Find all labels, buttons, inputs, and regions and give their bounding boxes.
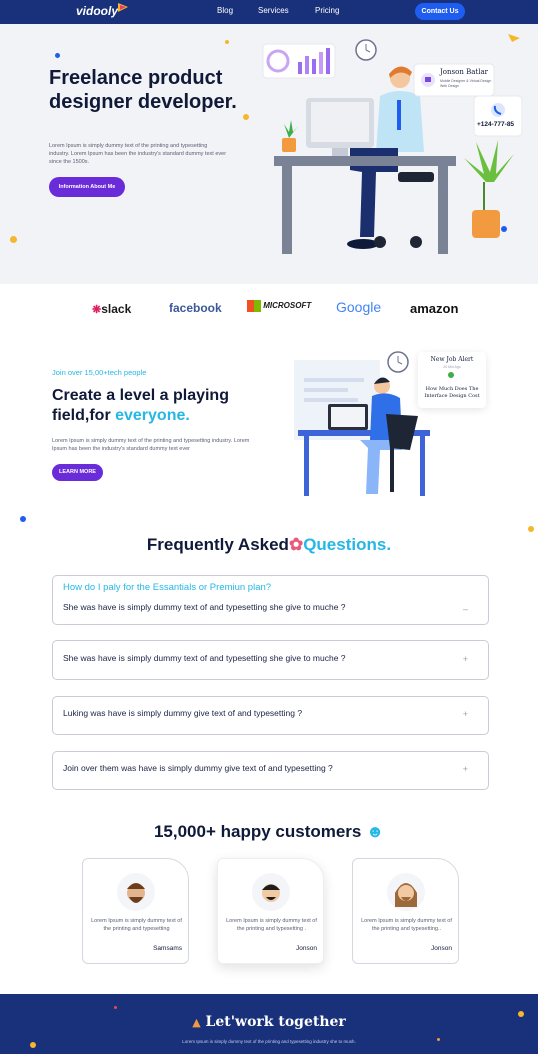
avatar — [252, 873, 290, 911]
decor-dot — [518, 1011, 524, 1017]
brain-icon: ✿ — [288, 535, 304, 554]
decor-dot — [114, 1006, 117, 1009]
decor-dot — [243, 114, 249, 120]
brand-facebook: facebook — [169, 301, 222, 315]
logo[interactable]: vidooly — [76, 4, 118, 18]
customer-card: Lorem Ipsum is simply dummy text of the … — [352, 858, 459, 964]
nav-link-blog[interactable]: Blog — [217, 6, 233, 15]
decor-dot — [225, 40, 229, 44]
job-alert-title: New Job Alert — [430, 356, 474, 363]
faq-item-heading: How do I paly for the Essantials or Prem… — [63, 582, 272, 593]
section-kicker: Join over 15,00+tech people — [52, 368, 147, 377]
footer-title: ▲ Let'work together — [192, 1014, 346, 1030]
avatar — [387, 873, 425, 911]
avatar-face-icon — [395, 883, 417, 907]
check-icon — [448, 372, 454, 378]
decor-dot — [55, 53, 60, 58]
collapse-icon[interactable]: – — [463, 604, 468, 614]
expand-icon[interactable]: + — [463, 709, 468, 719]
decor-dot — [20, 516, 26, 522]
rocket-icon: ▲ — [192, 1016, 201, 1029]
customer-name: Samsams — [153, 945, 182, 952]
windows-icon — [247, 300, 261, 312]
faq-title: Frequently Asked✿Questions. — [146, 535, 392, 554]
avatar-face-icon — [127, 883, 145, 903]
decor-dot — [528, 526, 534, 532]
section-text: Lorem Ipsum is simply dummy text of the … — [52, 438, 250, 452]
phone-number: +124-777-85 — [477, 121, 515, 128]
faq-item-question: Join over them was have is simply dummy … — [63, 763, 333, 773]
faq-item-1[interactable]: How do I paly for the Essantials or Prem… — [52, 575, 489, 625]
expand-icon[interactable]: + — [463, 764, 468, 774]
decor-dot — [30, 1042, 36, 1048]
slack-icon: ❋ — [92, 304, 102, 316]
contact-us-button[interactable]: Contact Us — [415, 3, 465, 20]
hero-text: Lorem Ipsum is simply dummy text of the … — [49, 143, 227, 165]
avatar-face-icon — [262, 884, 280, 902]
brand-slack: ❋slack — [92, 302, 132, 316]
hero-illustration — [262, 34, 523, 254]
nav-link-services[interactable]: Services — [258, 6, 289, 15]
profile-role: Mobile Designer & Virtual Design Web Des… — [440, 79, 492, 88]
hero-title: Freelance product designer developer. — [49, 67, 237, 113]
faq-item-question: She was have is simply dummy text of and… — [63, 602, 346, 612]
customer-text: Lorem Ipsum is simply dummy text of the … — [361, 918, 452, 932]
section-title: Create a level a playing field,for every… — [52, 387, 229, 424]
job-alert-text: How Much Does The Interface Design Cost — [424, 386, 480, 399]
top-navbar: vidooly Blog Services Pricing Contact Us — [0, 0, 538, 24]
decor-dot — [10, 236, 17, 243]
logo-mark-icon — [118, 3, 128, 12]
brand-amazon: amazon — [410, 301, 459, 316]
faq-item-question: She was have is simply dummy text of and… — [63, 653, 346, 663]
brand-google: Google — [336, 299, 382, 315]
nav-link-pricing[interactable]: Pricing — [315, 6, 339, 15]
information-about-me-button[interactable]: Information About Me — [49, 177, 125, 197]
footer-text: Lorem Ipsum is simply dummy text of the … — [182, 1039, 356, 1044]
customer-name: Jonson — [431, 945, 452, 952]
customer-text: Lorem Ipsum is simply dummy text of the … — [226, 918, 317, 932]
decor-dot — [437, 1038, 440, 1041]
faq-item-4[interactable]: Join over them was have is simply dummy … — [52, 751, 489, 790]
faq-item-2[interactable]: She was have is simply dummy text of and… — [52, 640, 489, 680]
job-alert-time: 20 Min Ago — [443, 365, 461, 369]
customer-name: Jonson — [296, 945, 317, 952]
customer-card: Lorem Ipsum is simply dummy text of the … — [217, 858, 324, 964]
handshake-icon: ☻ — [366, 822, 385, 841]
learn-more-button[interactable]: LEARN MORE — [52, 464, 103, 481]
expand-icon[interactable]: + — [463, 654, 468, 664]
customer-text: Lorem Ipsum is simply dummy text of the … — [91, 918, 182, 932]
faq-item-question: Luking was have is simply dummy give tex… — [63, 708, 303, 718]
footer: ▲ Let'work together Lorem Ipsum is simpl… — [0, 994, 538, 1054]
customer-card: Lorem Ipsum is simply dummy text of the … — [82, 858, 189, 964]
profile-name: Jonson Batlar — [440, 68, 488, 76]
job-alert-card: New Job Alert 20 Min Ago How Much Does T… — [418, 352, 486, 408]
faq-item-3[interactable]: Luking was have is simply dummy give tex… — [52, 696, 489, 735]
customers-title: 15,000+ happy customers ☻ — [153, 822, 385, 841]
brand-microsoft: MICROSOFT — [247, 300, 311, 312]
avatar — [117, 873, 155, 911]
